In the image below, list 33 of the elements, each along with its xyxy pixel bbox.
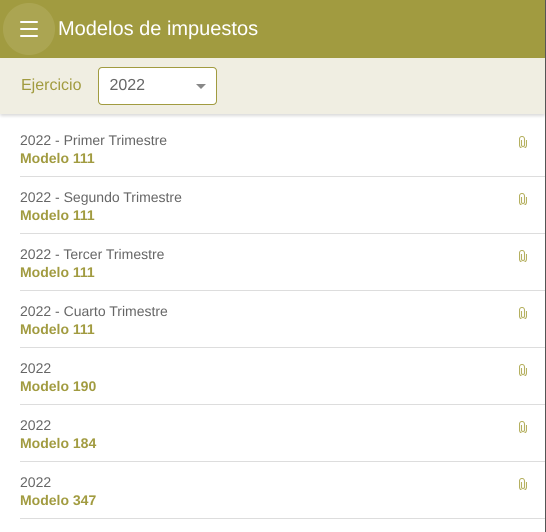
list-item[interactable]: 2022 - Segundo Trimestre Modelo 111 bbox=[20, 177, 545, 234]
period-text: 2022 - Cuarto Trimestre bbox=[20, 303, 168, 320]
model-name: Modelo 347 bbox=[20, 491, 96, 509]
menu-button[interactable] bbox=[3, 3, 55, 55]
paperclip-icon bbox=[519, 421, 527, 433]
paperclip-icon bbox=[519, 250, 527, 262]
paperclip-icon bbox=[519, 478, 527, 490]
list-item[interactable]: 2022 - Tercer Trimestre Modelo 111 bbox=[20, 234, 545, 291]
list-item[interactable]: 2022 - Primer Trimestre Modelo 111 bbox=[20, 120, 545, 177]
model-name: Modelo 111 bbox=[20, 149, 96, 167]
paperclip-icon bbox=[519, 307, 527, 319]
period-text: 2022 - Segundo Trimestre bbox=[20, 189, 182, 206]
list-item[interactable]: 2022 Modelo 347 bbox=[20, 462, 545, 519]
year-select[interactable]: 2022 bbox=[98, 67, 218, 105]
paperclip-icon bbox=[519, 364, 527, 376]
list-item[interactable]: 2022 Modelo 184 bbox=[20, 405, 545, 462]
list-item[interactable]: 2022 Modelo 190 bbox=[20, 348, 545, 405]
period-text: 2022 bbox=[20, 417, 52, 434]
model-name: Modelo 190 bbox=[20, 377, 96, 395]
period-text: 2022 - Primer Trimestre bbox=[20, 132, 168, 149]
paperclip-icon bbox=[519, 136, 527, 148]
model-name: Modelo 111 bbox=[20, 206, 96, 224]
model-name: Modelo 111 bbox=[20, 320, 96, 338]
list-item[interactable]: 2022 - Cuarto Trimestre Modelo 111 bbox=[20, 291, 545, 348]
model-name: Modelo 184 bbox=[20, 434, 96, 452]
filter-label: Ejercicio bbox=[21, 76, 82, 96]
period-text: 2022 bbox=[20, 360, 52, 377]
paperclip-icon bbox=[519, 193, 527, 205]
model-name: Modelo 111 bbox=[20, 263, 96, 281]
dropdown-caret-icon bbox=[196, 84, 206, 88]
period-text: 2022 - Tercer Trimestre bbox=[20, 246, 164, 263]
period-text: 2022 bbox=[20, 474, 52, 491]
page-title: Modelos de impuestos bbox=[58, 17, 258, 42]
